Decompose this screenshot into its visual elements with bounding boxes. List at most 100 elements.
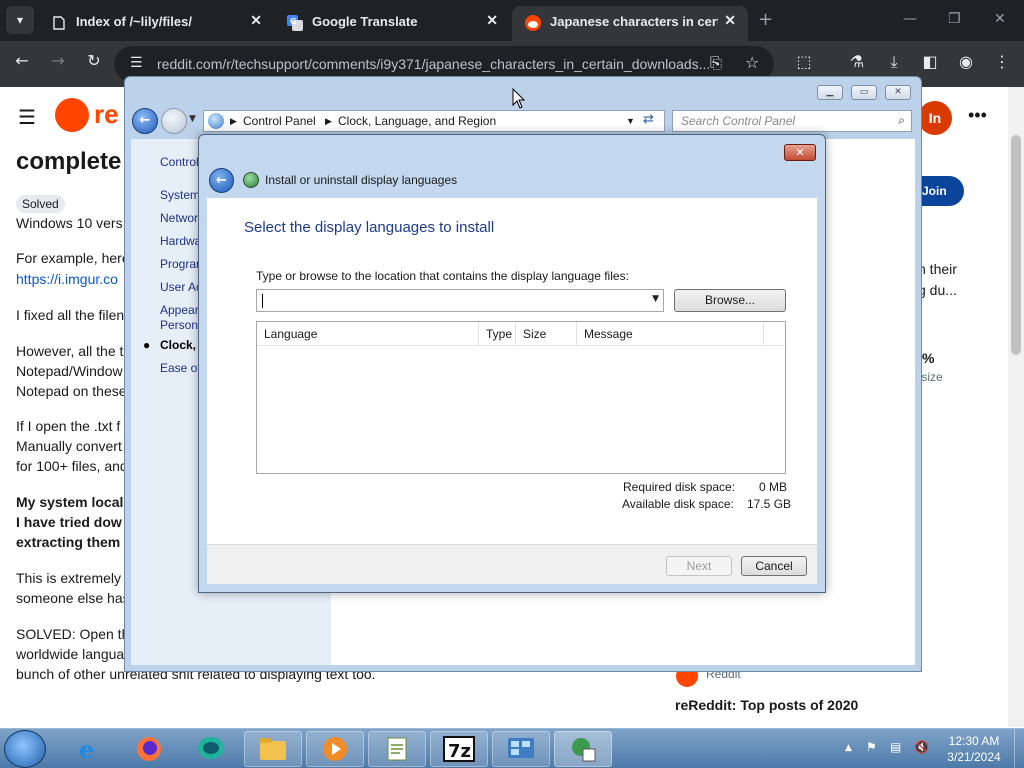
reddit-logo-icon[interactable]: [55, 98, 89, 132]
file-explorer-icon[interactable]: [244, 731, 302, 767]
column-header-size[interactable]: Size: [516, 322, 577, 346]
breadcrumb-clock-language-region[interactable]: Clock, Language, and Region: [338, 114, 496, 128]
post-body-line: extracting them: [16, 534, 121, 550]
cp-minimize-button[interactable]: ▁: [817, 85, 843, 100]
post-body-line: I fixed all the filen: [16, 307, 125, 323]
install-app-icon[interactable]: ⎘: [710, 54, 722, 72]
dialog-back-button[interactable]: ←: [209, 168, 234, 193]
required-space-label: Required disk space:: [623, 480, 736, 494]
cp-forward-button[interactable]: [161, 108, 187, 134]
post-body-line: This is extremely: [16, 570, 122, 586]
address-dropdown-icon[interactable]: ▼: [626, 116, 635, 126]
post-body-line: My system local: [16, 494, 124, 510]
related-post-title[interactable]: reReddit: Top posts of 2020: [675, 697, 858, 713]
media-player-icon[interactable]: [306, 731, 364, 767]
chrome-menu-icon[interactable]: ⋮: [990, 52, 1014, 71]
post-body-line: worldwide langua: [16, 646, 125, 662]
7zip-icon[interactable]: 7z: [430, 731, 488, 767]
column-header-type[interactable]: Type: [479, 322, 516, 346]
page-scrollbar[interactable]: [1008, 87, 1024, 727]
svg-text:e: e: [79, 735, 94, 763]
system-clock[interactable]: 12:30 AM 3/21/2024: [938, 733, 1010, 765]
cp-back-button[interactable]: ←: [132, 108, 158, 134]
cp-search-input[interactable]: Search Control Panel ⌕: [672, 110, 912, 132]
close-icon[interactable]: ✕: [724, 12, 736, 29]
required-space-value: 0 MB: [759, 480, 788, 494]
flag-icon[interactable]: ⚑: [866, 740, 877, 754]
show-hidden-icons-icon[interactable]: ▲: [845, 743, 852, 753]
profile-avatar-icon[interactable]: ◉: [954, 52, 978, 71]
column-header-message[interactable]: Message: [577, 322, 764, 346]
reload-icon[interactable]: ↻: [82, 51, 106, 70]
scrollbar-thumb[interactable]: [1011, 135, 1021, 355]
post-body-line: SOLVED: Open th: [16, 626, 130, 642]
browse-button[interactable]: Browse...: [674, 289, 786, 312]
firefox-icon[interactable]: [120, 731, 178, 767]
nav-appearance[interactable]: Appear: [160, 303, 199, 317]
close-icon[interactable]: ✕: [250, 12, 262, 29]
forward-icon[interactable]: →: [46, 51, 70, 70]
nav-user-accounts[interactable]: User Ac: [160, 280, 202, 294]
search-icon[interactable]: ⌕: [898, 113, 905, 128]
post-body-line: someone else has: [16, 590, 130, 606]
next-button[interactable]: Next: [666, 556, 732, 576]
recent-pages-icon[interactable]: ▼: [189, 114, 196, 124]
hamburger-menu-icon[interactable]: ☰: [18, 105, 36, 130]
show-desktop-button[interactable]: [1014, 729, 1024, 768]
language-list[interactable]: Language Type Size Message: [256, 321, 786, 474]
tab-title: Index of /~lily/files/: [76, 14, 192, 29]
side-panel-icon[interactable]: ◧: [918, 52, 942, 71]
browser-tab-strip: ▾ Index of /~lily/files/ ✕ G Google Tran…: [0, 0, 1024, 41]
tab-search-button[interactable]: ▾: [6, 6, 34, 34]
overflow-menu-icon[interactable]: •••: [968, 105, 987, 126]
join-button[interactable]: Join: [920, 176, 964, 206]
extensions-icon[interactable]: ⬚: [792, 52, 816, 71]
bookmark-star-icon[interactable]: ☆: [745, 53, 759, 72]
tab-index-of-lily-files[interactable]: Index of /~lily/files/ ✕: [38, 6, 274, 41]
control-panel-taskbar-icon[interactable]: [492, 731, 550, 767]
internet-explorer-icon[interactable]: e: [60, 731, 118, 767]
messaging-app-icon[interactable]: [182, 731, 240, 767]
cp-maximize-button[interactable]: ▭: [851, 85, 877, 100]
start-button-icon[interactable]: [4, 730, 46, 768]
notepad-plus-icon[interactable]: [368, 731, 426, 767]
breadcrumb-control-panel[interactable]: Control Panel: [243, 114, 316, 128]
labs-flask-icon[interactable]: ⚗: [845, 52, 869, 71]
mouse-cursor-icon: [512, 88, 526, 109]
minimize-icon[interactable]: —: [903, 11, 917, 27]
network-icon[interactable]: ▤: [890, 740, 901, 754]
breadcrumb-arrow-icon[interactable]: ▶: [325, 116, 332, 127]
volume-muted-icon[interactable]: 🔇: [914, 740, 929, 754]
nav-system-security[interactable]: System: [160, 188, 200, 202]
search-placeholder: Search Control Panel: [681, 114, 796, 128]
language-settings-taskbar-icon[interactable]: [554, 731, 612, 767]
nav-control-panel-home[interactable]: Control: [160, 155, 199, 169]
tab-japanese-characters[interactable]: Japanese characters in certain ✕: [512, 6, 748, 41]
column-header-language[interactable]: Language: [257, 322, 479, 346]
cp-address-bar[interactable]: ▶ Control Panel ▶ Clock, Language, and R…: [203, 110, 665, 132]
site-info-icon[interactable]: ☰: [130, 55, 143, 71]
solved-flair-badge[interactable]: Solved: [16, 195, 65, 213]
back-icon[interactable]: ←: [10, 51, 34, 70]
tab-google-translate[interactable]: G Google Translate ✕: [274, 6, 510, 41]
language-files-path-combo[interactable]: ▼: [256, 289, 664, 312]
cp-close-button[interactable]: ✕: [885, 85, 911, 100]
new-tab-icon[interactable]: +: [758, 9, 773, 30]
imgur-link[interactable]: https://i.imgur.co: [16, 271, 118, 287]
close-window-icon[interactable]: ✕: [994, 11, 1006, 27]
close-icon[interactable]: ✕: [486, 12, 498, 29]
combo-dropdown-icon[interactable]: ▼: [652, 294, 659, 304]
nav-hardware[interactable]: Hardwa: [160, 234, 201, 248]
cancel-button[interactable]: Cancel: [741, 556, 807, 576]
refresh-icon[interactable]: ⇄: [643, 112, 654, 127]
download-icon[interactable]: ⤓: [882, 52, 906, 72]
login-button[interactable]: In: [918, 101, 952, 135]
post-body-line: If I open the .txt f: [16, 418, 121, 434]
nav-ease-of-access[interactable]: Ease of: [160, 361, 201, 375]
restore-icon[interactable]: ❐: [948, 11, 961, 27]
breadcrumb-arrow-icon[interactable]: ▶: [230, 116, 237, 127]
tab-title: Japanese characters in certain: [550, 14, 718, 29]
reddit-logo-text[interactable]: re: [94, 99, 119, 130]
post-body-line: However, all the t: [16, 343, 124, 359]
dialog-close-button[interactable]: ✕: [784, 144, 816, 161]
